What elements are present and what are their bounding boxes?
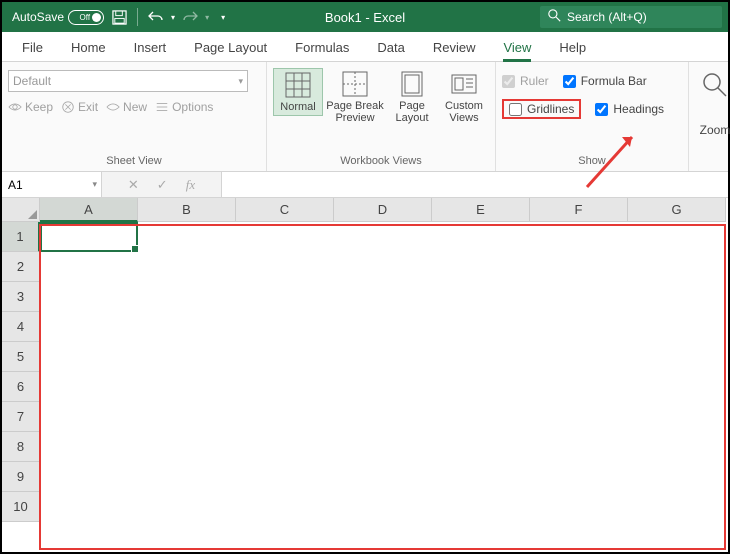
tab-help[interactable]: Help	[545, 34, 600, 61]
row-header[interactable]: 10	[2, 492, 40, 522]
tab-formulas[interactable]: Formulas	[281, 34, 363, 61]
redo-dropdown-icon[interactable]: ▾	[205, 13, 209, 22]
name-box-value: A1	[8, 178, 23, 192]
eye-keep-icon	[8, 100, 22, 114]
qat-customize-icon[interactable]: ▾	[221, 13, 225, 22]
column-header[interactable]: A	[40, 198, 138, 222]
gridlines-checkbox[interactable]: Gridlines	[509, 102, 574, 116]
group-sheet-view: Default ▾ Keep Exit New Options	[2, 62, 267, 171]
redo-icon[interactable]	[181, 8, 199, 26]
page-layout-icon	[398, 70, 426, 98]
row-header[interactable]: 8	[2, 432, 40, 462]
title-bar: AutoSave Off ▾ ▾ ▾ Book1 - Excel Search …	[2, 2, 728, 32]
column-header[interactable]: B	[138, 198, 236, 222]
new-button[interactable]: New	[106, 100, 147, 114]
column-header[interactable]: D	[334, 198, 432, 222]
ribbon: Default ▾ Keep Exit New Options	[2, 62, 728, 172]
gridlines-highlight: Gridlines	[502, 99, 581, 119]
column-header[interactable]: E	[432, 198, 530, 222]
tab-insert[interactable]: Insert	[120, 34, 181, 61]
formula-bar-area: A1 ▾ ✕ ✓ fx	[2, 172, 728, 198]
exit-button[interactable]: Exit	[61, 100, 98, 114]
column-headers: A B C D E F G	[2, 198, 728, 222]
row-header[interactable]: 2	[2, 252, 40, 282]
column-header[interactable]: F	[530, 198, 628, 222]
zoom-icon[interactable]	[702, 72, 728, 105]
enter-icon[interactable]: ✓	[157, 177, 168, 193]
autosave-pill[interactable]: Off	[68, 10, 104, 25]
autosave-toggle[interactable]: AutoSave Off	[12, 10, 104, 25]
formula-input[interactable]	[222, 172, 728, 197]
group-workbook-views: Normal Page Break Preview Page Layout Cu…	[267, 62, 496, 171]
row-headers: 1 2 3 4 5 6 7 8 9 10	[2, 222, 40, 522]
group-show: Ruler Formula Bar Gridlines Headings Sho…	[496, 62, 689, 171]
spreadsheet-grid: A B C D E F G 1 2 3 4 5 6 7 8 9 10	[2, 198, 728, 552]
page-break-icon	[341, 70, 369, 98]
name-box-dropdown-icon[interactable]: ▾	[92, 179, 97, 190]
selected-cell[interactable]	[40, 222, 138, 252]
group-label-workbook-views: Workbook Views	[273, 155, 489, 169]
group-label-sheet-view: Sheet View	[8, 155, 260, 169]
normal-view-button[interactable]: Normal	[273, 68, 323, 116]
undo-icon[interactable]	[147, 8, 165, 26]
options-button[interactable]: Options	[155, 100, 213, 114]
search-box[interactable]: Search (Alt+Q)	[540, 6, 722, 28]
custom-views-icon	[450, 70, 478, 98]
tab-data[interactable]: Data	[363, 34, 418, 61]
sheet-view-combo-value: Default	[13, 74, 51, 88]
select-all-corner[interactable]	[2, 198, 40, 222]
ruler-checkbox[interactable]: Ruler	[502, 74, 549, 88]
fx-icon[interactable]: fx	[186, 177, 195, 193]
autosave-label: AutoSave	[12, 10, 64, 24]
new-icon	[106, 100, 120, 114]
tab-page-layout[interactable]: Page Layout	[180, 34, 281, 61]
tab-home[interactable]: Home	[57, 34, 120, 61]
group-label-show: Show	[502, 155, 682, 169]
quick-access-toolbar: AutoSave Off ▾ ▾ ▾	[2, 8, 225, 26]
row-header[interactable]: 4	[2, 312, 40, 342]
page-layout-button[interactable]: Page Layout	[387, 68, 437, 126]
column-header[interactable]: G	[628, 198, 726, 222]
formula-bar-checkbox[interactable]: Formula Bar	[563, 74, 647, 88]
cells-area[interactable]	[40, 222, 728, 552]
keep-button[interactable]: Keep	[8, 100, 53, 114]
qat-separator	[137, 8, 138, 26]
toggle-knob	[92, 13, 101, 22]
fx-buttons: ✕ ✓ fx	[102, 172, 222, 197]
tab-file[interactable]: File	[8, 34, 57, 61]
group-zoom: Zoom	[689, 62, 730, 171]
save-icon[interactable]	[110, 8, 128, 26]
normal-view-icon	[284, 71, 312, 99]
row-header[interactable]: 7	[2, 402, 40, 432]
search-placeholder: Search (Alt+Q)	[567, 10, 647, 24]
headings-checkbox[interactable]: Headings	[595, 102, 664, 116]
options-icon	[155, 100, 169, 114]
tab-review[interactable]: Review	[419, 34, 490, 61]
search-icon	[548, 9, 561, 25]
row-header[interactable]: 1	[2, 222, 40, 252]
exit-icon	[61, 100, 75, 114]
document-title: Book1 - Excel	[325, 10, 405, 25]
cancel-icon[interactable]: ✕	[128, 177, 139, 193]
column-header[interactable]: C	[236, 198, 334, 222]
ribbon-tabs: File Home Insert Page Layout Formulas Da…	[2, 32, 728, 62]
row-header[interactable]: 3	[2, 282, 40, 312]
row-header[interactable]: 5	[2, 342, 40, 372]
sheet-view-combo[interactable]: Default ▾	[8, 70, 248, 92]
tab-view[interactable]: View	[489, 34, 545, 61]
row-header[interactable]: 6	[2, 372, 40, 402]
zoom-label: Zoom	[700, 123, 730, 137]
custom-views-button[interactable]: Custom Views	[439, 68, 489, 126]
chevron-down-icon: ▾	[238, 76, 243, 87]
undo-dropdown-icon[interactable]: ▾	[171, 13, 175, 22]
page-break-preview-button[interactable]: Page Break Preview	[325, 68, 385, 126]
autosave-state: Off	[80, 13, 91, 22]
name-box[interactable]: A1 ▾	[2, 172, 102, 197]
row-header[interactable]: 9	[2, 462, 40, 492]
